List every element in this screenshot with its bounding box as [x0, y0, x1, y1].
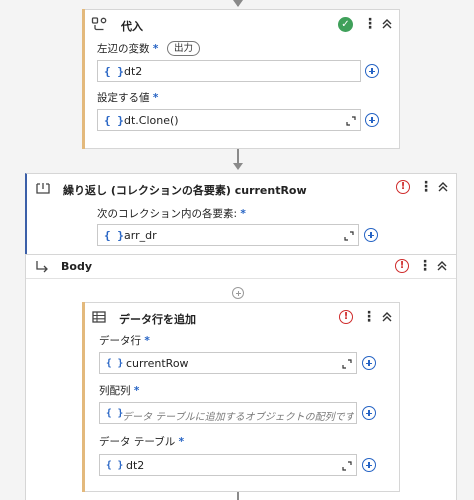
column-array-input[interactable]: { } データ テーブルに追加するオブジェクトの配列です — [99, 402, 357, 424]
add-activity-plus-icon[interactable] — [232, 287, 244, 299]
add-data-row-more-menu-icon[interactable]: ⋮ — [362, 310, 376, 324]
body-branch-icon — [36, 261, 48, 273]
body-title: Body — [61, 260, 92, 273]
foreach-header[interactable]: 繰り返し (コレクションの各要素) currentRow ! ⋮ — [27, 174, 456, 202]
add-data-row-header[interactable]: データ行を追加 ! ⋮ — [83, 303, 399, 331]
collection-plus-button[interactable] — [364, 228, 378, 242]
add-data-row-activity[interactable]: データ行を追加 ! ⋮ データ行 * { } currentRow 列配列 * … — [82, 302, 400, 492]
connector-mid — [237, 149, 239, 164]
output-direction-pill: 出力 — [167, 41, 201, 56]
foreach-more-menu-icon[interactable]: ⋮ — [419, 180, 433, 194]
collection-input[interactable]: { } arr_dr — [97, 224, 359, 246]
set-value-input[interactable]: { } dt.Clone() — [97, 109, 361, 131]
valid-status-icon: ✓ — [338, 17, 353, 32]
expression-braces-icon: { } — [104, 114, 124, 127]
body-header[interactable]: Body ! ⋮ — [26, 255, 456, 279]
left-variable-label: 左辺の変数 * — [97, 43, 159, 55]
expand-editor-icon[interactable] — [346, 116, 356, 126]
data-table-value: dt2 — [126, 459, 145, 472]
set-value-label: 設定する値 * — [97, 92, 159, 104]
column-array-plus-button[interactable] — [362, 406, 376, 420]
expand-editor-icon[interactable] — [342, 359, 352, 369]
set-value-value: dt.Clone() — [124, 114, 179, 127]
left-variable-plus-button[interactable] — [365, 64, 379, 78]
expand-editor-icon[interactable] — [342, 461, 352, 471]
datarow-plus-button[interactable] — [362, 356, 376, 370]
foreach-title: 繰り返し (コレクションの各要素) currentRow — [63, 184, 307, 197]
error-status-icon: ! — [396, 180, 410, 194]
data-table-icon — [92, 311, 106, 323]
data-table-plus-button[interactable] — [362, 458, 376, 472]
collection-label: 次のコレクション内の各要素: * — [97, 208, 246, 220]
body-more-menu-icon[interactable]: ⋮ — [418, 259, 432, 273]
assign-more-menu-icon[interactable]: ⋮ — [363, 17, 377, 31]
assign-title: 代入 — [121, 20, 143, 33]
left-variable-input[interactable]: { } dt2 — [97, 60, 361, 82]
foreach-loop-icon — [36, 183, 50, 194]
datarow-value: currentRow — [126, 357, 189, 370]
set-value-plus-button[interactable] — [365, 113, 379, 127]
expression-braces-icon: { } — [106, 408, 124, 419]
expression-braces-icon: { } — [104, 229, 124, 242]
column-array-placeholder: データ テーブルに追加するオブジェクトの配列です — [122, 412, 354, 423]
add-data-row-collapse-icon[interactable] — [381, 310, 393, 324]
column-array-label: 列配列 * — [99, 385, 140, 397]
connector-top-arrow — [233, 0, 243, 7]
expression-braces-icon: { } — [104, 65, 124, 78]
left-variable-value: dt2 — [124, 65, 143, 78]
add-data-row-title: データ行を追加 — [119, 313, 196, 326]
expand-editor-icon[interactable] — [344, 231, 354, 241]
data-table-input[interactable]: { } dt2 — [99, 454, 357, 476]
assign-header[interactable]: 代入 ✓ ⋮ — [83, 10, 399, 38]
expression-braces-icon: { } — [106, 460, 124, 471]
connector-bottom — [237, 492, 239, 500]
foreach-collapse-icon[interactable] — [437, 180, 449, 194]
assign-activity[interactable]: 代入 ✓ ⋮ 左辺の変数 * 出力 { } dt2 設定する値 * { } dt… — [82, 9, 400, 149]
assign-collapse-icon[interactable] — [381, 17, 393, 31]
expression-braces-icon: { } — [106, 358, 124, 369]
connector-mid-arrow — [233, 163, 243, 170]
error-status-icon: ! — [339, 310, 353, 324]
collection-value: arr_dr — [124, 229, 157, 242]
body-collapse-icon[interactable] — [436, 259, 448, 273]
datarow-label: データ行 * — [99, 335, 150, 347]
error-status-icon: ! — [395, 259, 409, 273]
assign-icon — [91, 17, 107, 31]
datarow-input[interactable]: { } currentRow — [99, 352, 357, 374]
data-table-label: データ テーブル * — [99, 436, 185, 448]
